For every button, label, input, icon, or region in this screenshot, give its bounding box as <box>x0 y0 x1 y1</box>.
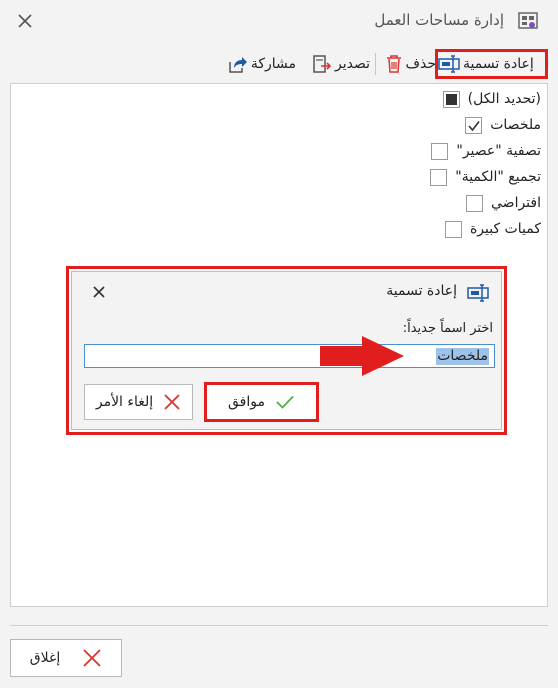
list-item-select-all[interactable]: (تحديد الكل) <box>442 89 541 109</box>
new-name-input[interactable]: ملخصات <box>84 344 495 368</box>
list-item-label: افتراضي <box>491 195 541 211</box>
red-arrow-annotation <box>320 336 404 376</box>
ok-button[interactable]: موافق <box>204 382 319 422</box>
list-item-summaries[interactable]: ملخصات <box>465 115 541 135</box>
rename-button[interactable]: إعادة تسمية <box>435 49 548 79</box>
export-icon <box>313 55 332 73</box>
close-icon[interactable] <box>92 285 106 299</box>
x-icon <box>83 649 101 667</box>
check-icon <box>468 120 480 131</box>
toolbar-separator <box>375 53 376 75</box>
ok-label: موافق <box>228 394 265 410</box>
rename-dialog: إعادة تسمية اختر اسماً جديداً: ملخصات مو… <box>66 266 507 435</box>
delete-label: حذف <box>405 56 436 72</box>
rename-icon <box>438 55 460 73</box>
share-icon <box>229 57 247 73</box>
share-button[interactable]: مشاركة <box>228 50 296 78</box>
title-bar: إدارة مساحات العمل <box>0 0 558 42</box>
cancel-label: إلغاء الأمر <box>95 394 154 410</box>
share-label: مشاركة <box>250 56 296 72</box>
new-name-label: اختر اسماً جديداً: <box>402 321 493 336</box>
list-item-filter-juice[interactable]: تصفية "عصير" <box>431 141 541 161</box>
workspace-icon <box>518 12 538 29</box>
rename-icon <box>467 284 489 302</box>
cancel-button[interactable]: إلغاء الأمر <box>84 384 193 420</box>
checkbox-unchecked[interactable] <box>466 194 484 212</box>
footer-separator <box>10 625 548 626</box>
rename-dialog-body: إعادة تسمية اختر اسماً جديداً: ملخصات مو… <box>71 271 502 430</box>
list-item-large-quantities[interactable]: كميات كبيرة <box>444 219 541 239</box>
list-item-default[interactable]: افتراضي <box>466 193 541 213</box>
list-item-label: كميات كبيرة <box>469 221 541 237</box>
list-item-group-quantity[interactable]: تجميع "الكمية" <box>430 167 541 187</box>
toolbar: إعادة تسمية حذف تصدير مشاركة <box>0 48 558 80</box>
close-button[interactable]: إغلاق <box>10 639 122 677</box>
list-item-label: تجميع "الكمية" <box>455 169 541 185</box>
x-icon <box>164 394 180 410</box>
checkbox-checked[interactable] <box>465 116 483 134</box>
trash-icon <box>387 55 402 73</box>
dialog-title: إعادة تسمية <box>386 283 457 299</box>
list-item-label: (تحديد الكل) <box>467 91 541 107</box>
checkbox-indeterminate[interactable] <box>442 90 460 108</box>
close-icon[interactable] <box>16 12 34 30</box>
list-item-label: تصفية "عصير" <box>456 143 541 159</box>
list-item-label: ملخصات <box>490 117 541 133</box>
checkbox-unchecked[interactable] <box>430 168 448 186</box>
window-title: إدارة مساحات العمل <box>374 11 504 29</box>
export-label: تصدير <box>334 56 370 72</box>
export-button[interactable]: تصدير <box>312 50 370 78</box>
close-label: إغلاق <box>29 650 61 666</box>
checkbox-unchecked[interactable] <box>431 142 449 160</box>
checkbox-unchecked[interactable] <box>444 220 462 238</box>
delete-button[interactable]: حذف <box>386 50 436 78</box>
rename-label: إعادة تسمية <box>463 56 534 72</box>
selected-text: ملخصات <box>436 348 489 365</box>
check-icon <box>276 395 294 409</box>
